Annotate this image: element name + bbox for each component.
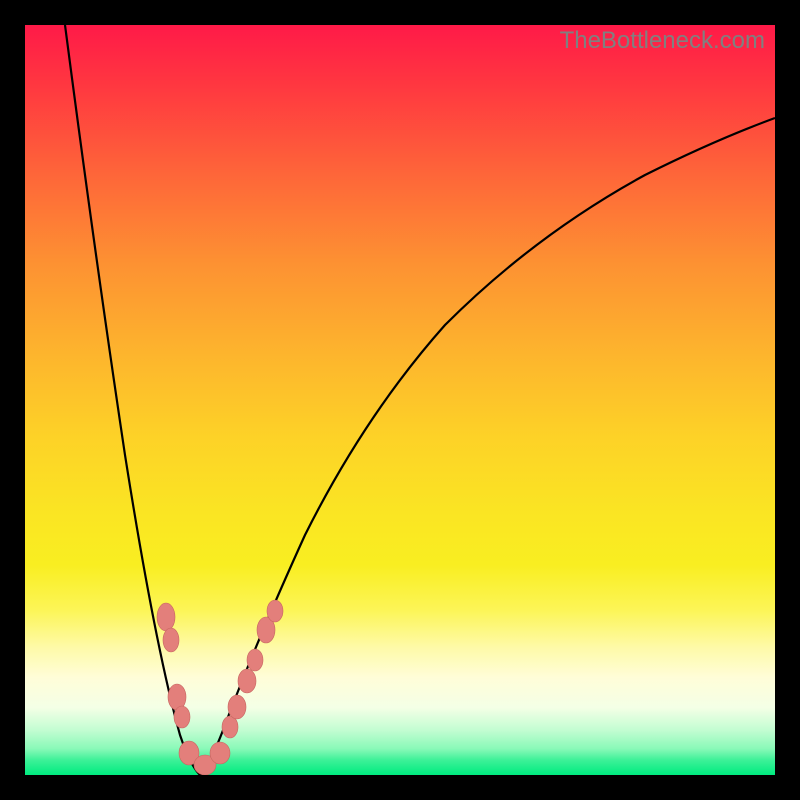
marker-dot (163, 628, 179, 652)
curve-left-branch (65, 25, 200, 775)
marker-group (157, 600, 283, 775)
marker-dot (247, 649, 263, 671)
marker-dot (157, 603, 175, 631)
marker-dot (174, 706, 190, 728)
marker-dot (267, 600, 283, 622)
marker-dot (222, 716, 238, 738)
curve-svg (25, 25, 775, 775)
chart-frame: TheBottleneck.com (0, 0, 800, 800)
marker-dot (210, 742, 230, 764)
marker-dot (228, 695, 246, 719)
marker-dot (238, 669, 256, 693)
curve-right-branch (200, 118, 775, 775)
plot-area: TheBottleneck.com (25, 25, 775, 775)
